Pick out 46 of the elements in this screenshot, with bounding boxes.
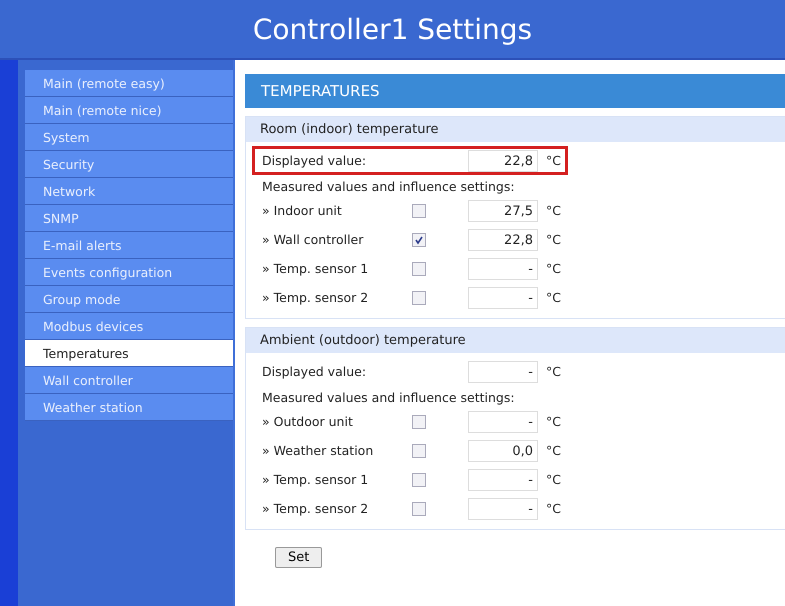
sensor-label: » Weather station [262, 443, 374, 458]
checkbox[interactable] [412, 502, 426, 516]
unit-label: °C [546, 261, 561, 276]
panel-title: TEMPERATURES [261, 82, 380, 100]
value-field[interactable]: - [468, 410, 538, 432]
unit-label: °C [546, 232, 561, 247]
sidebar-item[interactable]: Temperatures [25, 340, 233, 367]
checkbox[interactable] [412, 414, 426, 428]
section-title: Ambient (outdoor) temperature [260, 333, 466, 348]
unit-label: °C [546, 414, 561, 429]
checkbox[interactable] [412, 232, 426, 246]
page-title: Controller1 Settings [252, 12, 532, 46]
measured-label: Measured values and influence settings: [261, 178, 516, 196]
checkbox[interactable] [412, 472, 426, 486]
checkbox[interactable] [412, 444, 426, 458]
field-label: Displayed value: [262, 153, 368, 168]
checkbox[interactable] [412, 204, 426, 218]
value-field[interactable]: - [468, 258, 538, 280]
sensor-label: » Outdoor unit [262, 414, 354, 429]
checkbox[interactable] [412, 262, 426, 276]
value-field[interactable]: - [468, 286, 538, 308]
measured-label: Measured values and influence settings: [261, 389, 516, 407]
value-field[interactable]: 27,5 [468, 200, 538, 222]
unit-label: °C [546, 203, 561, 218]
value-field[interactable]: - [468, 360, 538, 382]
sensor-label: » Indoor unit [262, 203, 343, 218]
unit-label: °C [546, 364, 561, 379]
value-field[interactable]: 22,8 [468, 150, 538, 172]
unit-label: °C [546, 153, 561, 168]
sensor-label: » Temp. sensor 2 [262, 501, 370, 516]
sensor-label: » Temp. sensor 1 [262, 472, 370, 487]
value-field[interactable]: - [468, 468, 538, 490]
section-title: Room (indoor) temperature [260, 122, 438, 137]
sensor-label: » Wall controller [262, 232, 364, 247]
sensor-label: » Temp. sensor 1 [262, 261, 370, 276]
set-button[interactable]: Set [275, 547, 322, 568]
unit-label: °C [546, 443, 561, 458]
value-field[interactable]: 0,0 [468, 440, 538, 462]
unit-label: °C [546, 472, 561, 487]
sensor-label: » Temp. sensor 2 [262, 290, 370, 305]
unit-label: °C [546, 290, 561, 305]
field-label: Displayed value: [262, 364, 368, 379]
checkbox[interactable] [412, 290, 426, 304]
value-field[interactable]: 22,8 [468, 228, 538, 250]
value-field[interactable]: - [468, 498, 538, 520]
unit-label: °C [546, 501, 561, 516]
